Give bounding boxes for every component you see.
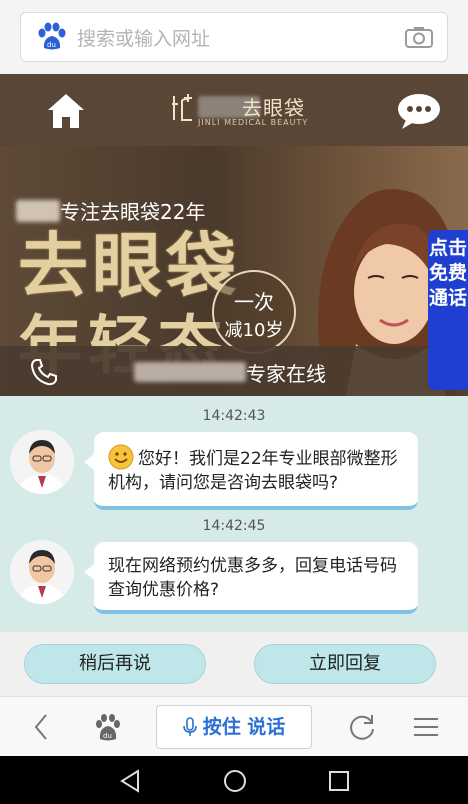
smile-icon — [108, 444, 134, 470]
voice-button-label: 按住 说话 — [202, 716, 286, 738]
paw-icon[interactable]: du — [92, 711, 124, 743]
brand-mark-icon — [170, 92, 198, 122]
chat-area: 14:42:43 您好！我们是22年专业眼部微整形机构，请问您是咨询去眼袋吗? … — [0, 396, 468, 632]
site-header: 去眼袋 JINLI MEDICAL BEAUTY — [0, 74, 468, 146]
banner-redaction — [16, 200, 60, 222]
camera-icon[interactable] — [405, 26, 433, 48]
chat-bubble: 您好！我们是22年专业眼部微整形机构，请问您是咨询去眼袋吗? — [84, 432, 418, 510]
free-call-button[interactable]: 点击免费通话 — [428, 230, 468, 390]
svg-text:du: du — [47, 41, 56, 49]
reply-later-button[interactable]: 稍后再说 — [24, 644, 206, 684]
brand-name: 去眼袋 — [242, 96, 305, 120]
promo-line-1: 一次 — [234, 290, 274, 314]
reply-bar: 稍后再说 立即回复 — [0, 632, 468, 696]
mic-icon — [182, 717, 197, 736]
brand-subtitle: JINLI MEDICAL BEAUTY — [198, 118, 309, 127]
promo-line-2: 减10岁 — [224, 320, 284, 341]
back-icon[interactable] — [26, 711, 58, 743]
search-placeholder: 搜索或输入网址 — [77, 27, 211, 50]
nav-recents-icon[interactable] — [326, 768, 352, 794]
baidu-paw-icon: du — [35, 22, 69, 52]
phone-icon — [30, 358, 58, 386]
browser-toolbar: du 按住 说话 — [0, 696, 468, 756]
menu-icon[interactable] — [410, 711, 442, 743]
chat-message-text: 现在网络预约优惠多多，回复电话号码查询优惠价格? — [108, 556, 397, 600]
svg-text:du: du — [103, 732, 112, 740]
promo-badge: 一次 减10岁 — [212, 270, 296, 354]
chat-message-text: 您好！我们是22年专业眼部微整形机构，请问您是咨询去眼袋吗? — [108, 449, 398, 493]
banner-headline: 去眼袋 — [18, 224, 240, 307]
chat-bubble: 现在网络预约优惠多多，回复电话号码查询优惠价格? — [84, 542, 418, 614]
message-timestamp: 14:42:45 — [202, 518, 266, 534]
banner-tagline: 专注去眼袋22年 — [60, 200, 206, 224]
nav-home-icon[interactable] — [222, 768, 248, 794]
message-timestamp: 14:42:43 — [202, 408, 266, 424]
chat-bubble-icon[interactable] — [396, 92, 442, 130]
brand-logo: 去眼袋 JINLI MEDICAL BEAUTY — [170, 90, 320, 132]
avatar — [10, 540, 74, 604]
voice-input-button[interactable]: 按住 说话 — [156, 705, 312, 749]
expert-online-bar[interactable]: 专家在线 — [0, 346, 468, 396]
reply-now-button[interactable]: 立即回复 — [254, 644, 436, 684]
avatar — [10, 430, 74, 494]
home-icon[interactable] — [46, 92, 86, 130]
refresh-icon[interactable] — [346, 711, 378, 743]
search-input[interactable]: du 搜索或输入网址 — [20, 12, 448, 62]
expert-redaction — [134, 362, 246, 382]
browser-search-area: du 搜索或输入网址 — [0, 0, 468, 74]
nav-back-icon[interactable] — [118, 768, 144, 794]
expert-online-label: 专家在线 — [246, 362, 326, 386]
system-nav-bar — [0, 756, 468, 804]
